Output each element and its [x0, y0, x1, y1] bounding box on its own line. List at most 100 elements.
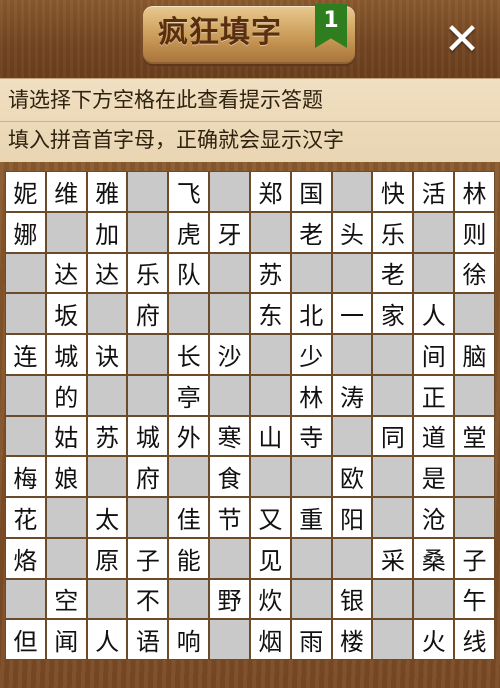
grid-cell[interactable]: 郑 [249, 171, 291, 212]
grid-cell[interactable]: 太 [86, 497, 128, 538]
grid-cell[interactable]: 梅 [5, 456, 46, 497]
grid-cell[interactable]: 苏 [86, 415, 128, 457]
grid-cell-blocked [168, 578, 210, 620]
grid-cell[interactable]: 欧 [331, 456, 373, 497]
grid-cell[interactable]: 烟 [249, 619, 291, 660]
grid-cell[interactable]: 楼 [331, 619, 373, 660]
grid-cell[interactable]: 快 [372, 171, 414, 212]
grid-cell[interactable]: 采 [372, 537, 414, 579]
game-title: 疯狂填字 [158, 15, 282, 50]
grid-cell[interactable]: 沧 [413, 497, 455, 538]
grid-cell[interactable]: 娘 [45, 456, 87, 497]
grid-cell[interactable]: 长 [168, 334, 210, 375]
grid-cell[interactable]: 诀 [86, 334, 128, 375]
grid-cell[interactable]: 是 [413, 456, 455, 497]
grid-cell-blocked [5, 293, 46, 334]
grid-cell[interactable]: 节 [209, 497, 250, 538]
grid-cell[interactable]: 虎 [168, 211, 210, 253]
grid-cell[interactable]: 府 [127, 293, 169, 334]
grid-cell[interactable]: 午 [454, 578, 495, 620]
grid-cell[interactable]: 头 [331, 211, 373, 253]
grid-cell[interactable]: 寒 [209, 415, 250, 457]
grid-cell[interactable]: 花 [5, 497, 46, 538]
grid-cell[interactable]: 堂 [454, 415, 495, 457]
grid-cell[interactable]: 加 [86, 211, 128, 253]
grid-cell[interactable]: 则 [454, 211, 495, 253]
grid-cell-blocked [127, 334, 169, 375]
grid-cell[interactable]: 老 [372, 252, 414, 294]
grid-cell[interactable]: 维 [45, 171, 87, 212]
grid-cell[interactable]: 雅 [86, 171, 128, 212]
grid-cell[interactable]: 正 [413, 374, 455, 416]
grid-cell[interactable]: 府 [127, 456, 169, 497]
grid-cell[interactable]: 一 [331, 293, 373, 334]
grid-cell[interactable]: 乐 [372, 211, 414, 253]
grid-cell[interactable]: 人 [413, 293, 455, 334]
grid-cell[interactable]: 活 [413, 171, 455, 212]
grid-cell[interactable]: 桑 [413, 537, 455, 579]
grid-cell[interactable]: 徐 [454, 252, 495, 294]
crossword-board: 妮维雅飞郑国快活林娜加虎牙老头乐则达达乐队苏老徐坂府东北一家人连城诀长沙少间脑的… [5, 171, 495, 660]
grid-cell[interactable]: 不 [127, 578, 169, 620]
grid-cell[interactable]: 少 [290, 334, 332, 375]
grid-cell[interactable]: 烙 [5, 537, 46, 579]
grid-cell[interactable]: 食 [209, 456, 250, 497]
grid-cell[interactable]: 语 [127, 619, 169, 660]
grid-cell[interactable]: 城 [45, 334, 87, 375]
grid-cell[interactable]: 连 [5, 334, 46, 375]
grid-cell[interactable]: 队 [168, 252, 210, 294]
grid-cell[interactable]: 原 [86, 537, 128, 579]
grid-cell[interactable]: 涛 [331, 374, 373, 416]
grid-cell[interactable]: 坂 [45, 293, 87, 334]
grid-cell[interactable]: 牙 [209, 211, 250, 253]
grid-cell[interactable]: 苏 [249, 252, 291, 294]
grid-cell[interactable]: 亭 [168, 374, 210, 416]
grid-cell[interactable]: 佳 [168, 497, 210, 538]
close-button[interactable]: ✕ [438, 16, 486, 64]
grid-cell-blocked [209, 537, 250, 579]
grid-cell[interactable]: 达 [86, 252, 128, 294]
grid-cell[interactable]: 达 [45, 252, 87, 294]
grid-cell[interactable]: 间 [413, 334, 455, 375]
grid-cell[interactable]: 沙 [209, 334, 250, 375]
grid-cell[interactable]: 阳 [331, 497, 373, 538]
grid-cell[interactable]: 寺 [290, 415, 332, 457]
grid-cell[interactable]: 人 [86, 619, 128, 660]
grid-cell[interactable]: 能 [168, 537, 210, 579]
grid-cell[interactable]: 乐 [127, 252, 169, 294]
grid-cell[interactable]: 空 [45, 578, 87, 620]
grid-cell[interactable]: 线 [454, 619, 495, 660]
grid-cell[interactable]: 火 [413, 619, 455, 660]
grid-cell[interactable]: 道 [413, 415, 455, 457]
grid-cell[interactable]: 子 [454, 537, 495, 579]
grid-cell[interactable]: 家 [372, 293, 414, 334]
grid-cell[interactable]: 野 [209, 578, 250, 620]
grid-cell[interactable]: 姑 [45, 415, 87, 457]
grid-cell[interactable]: 妮 [5, 171, 46, 212]
grid-cell[interactable]: 响 [168, 619, 210, 660]
grid-cell[interactable]: 国 [290, 171, 332, 212]
grid-cell[interactable]: 又 [249, 497, 291, 538]
grid-cell[interactable]: 外 [168, 415, 210, 457]
grid-cell[interactable]: 炊 [249, 578, 291, 620]
grid-cell[interactable]: 山 [249, 415, 291, 457]
grid-cell[interactable]: 脑 [454, 334, 495, 375]
grid-cell[interactable]: 北 [290, 293, 332, 334]
grid-cell[interactable]: 见 [249, 537, 291, 579]
grid-cell[interactable]: 飞 [168, 171, 210, 212]
grid-cell[interactable]: 林 [290, 374, 332, 416]
grid-cell-blocked [5, 578, 46, 620]
grid-cell[interactable]: 林 [454, 171, 495, 212]
grid-cell[interactable]: 闻 [45, 619, 87, 660]
grid-cell[interactable]: 子 [127, 537, 169, 579]
grid-cell[interactable]: 的 [45, 374, 87, 416]
grid-cell[interactable]: 东 [249, 293, 291, 334]
grid-cell[interactable]: 同 [372, 415, 414, 457]
grid-cell[interactable]: 重 [290, 497, 332, 538]
grid-cell[interactable]: 雨 [290, 619, 332, 660]
grid-cell[interactable]: 老 [290, 211, 332, 253]
grid-cell[interactable]: 但 [5, 619, 46, 660]
grid-cell[interactable]: 城 [127, 415, 169, 457]
grid-cell[interactable]: 银 [331, 578, 373, 620]
grid-cell[interactable]: 娜 [5, 211, 46, 253]
